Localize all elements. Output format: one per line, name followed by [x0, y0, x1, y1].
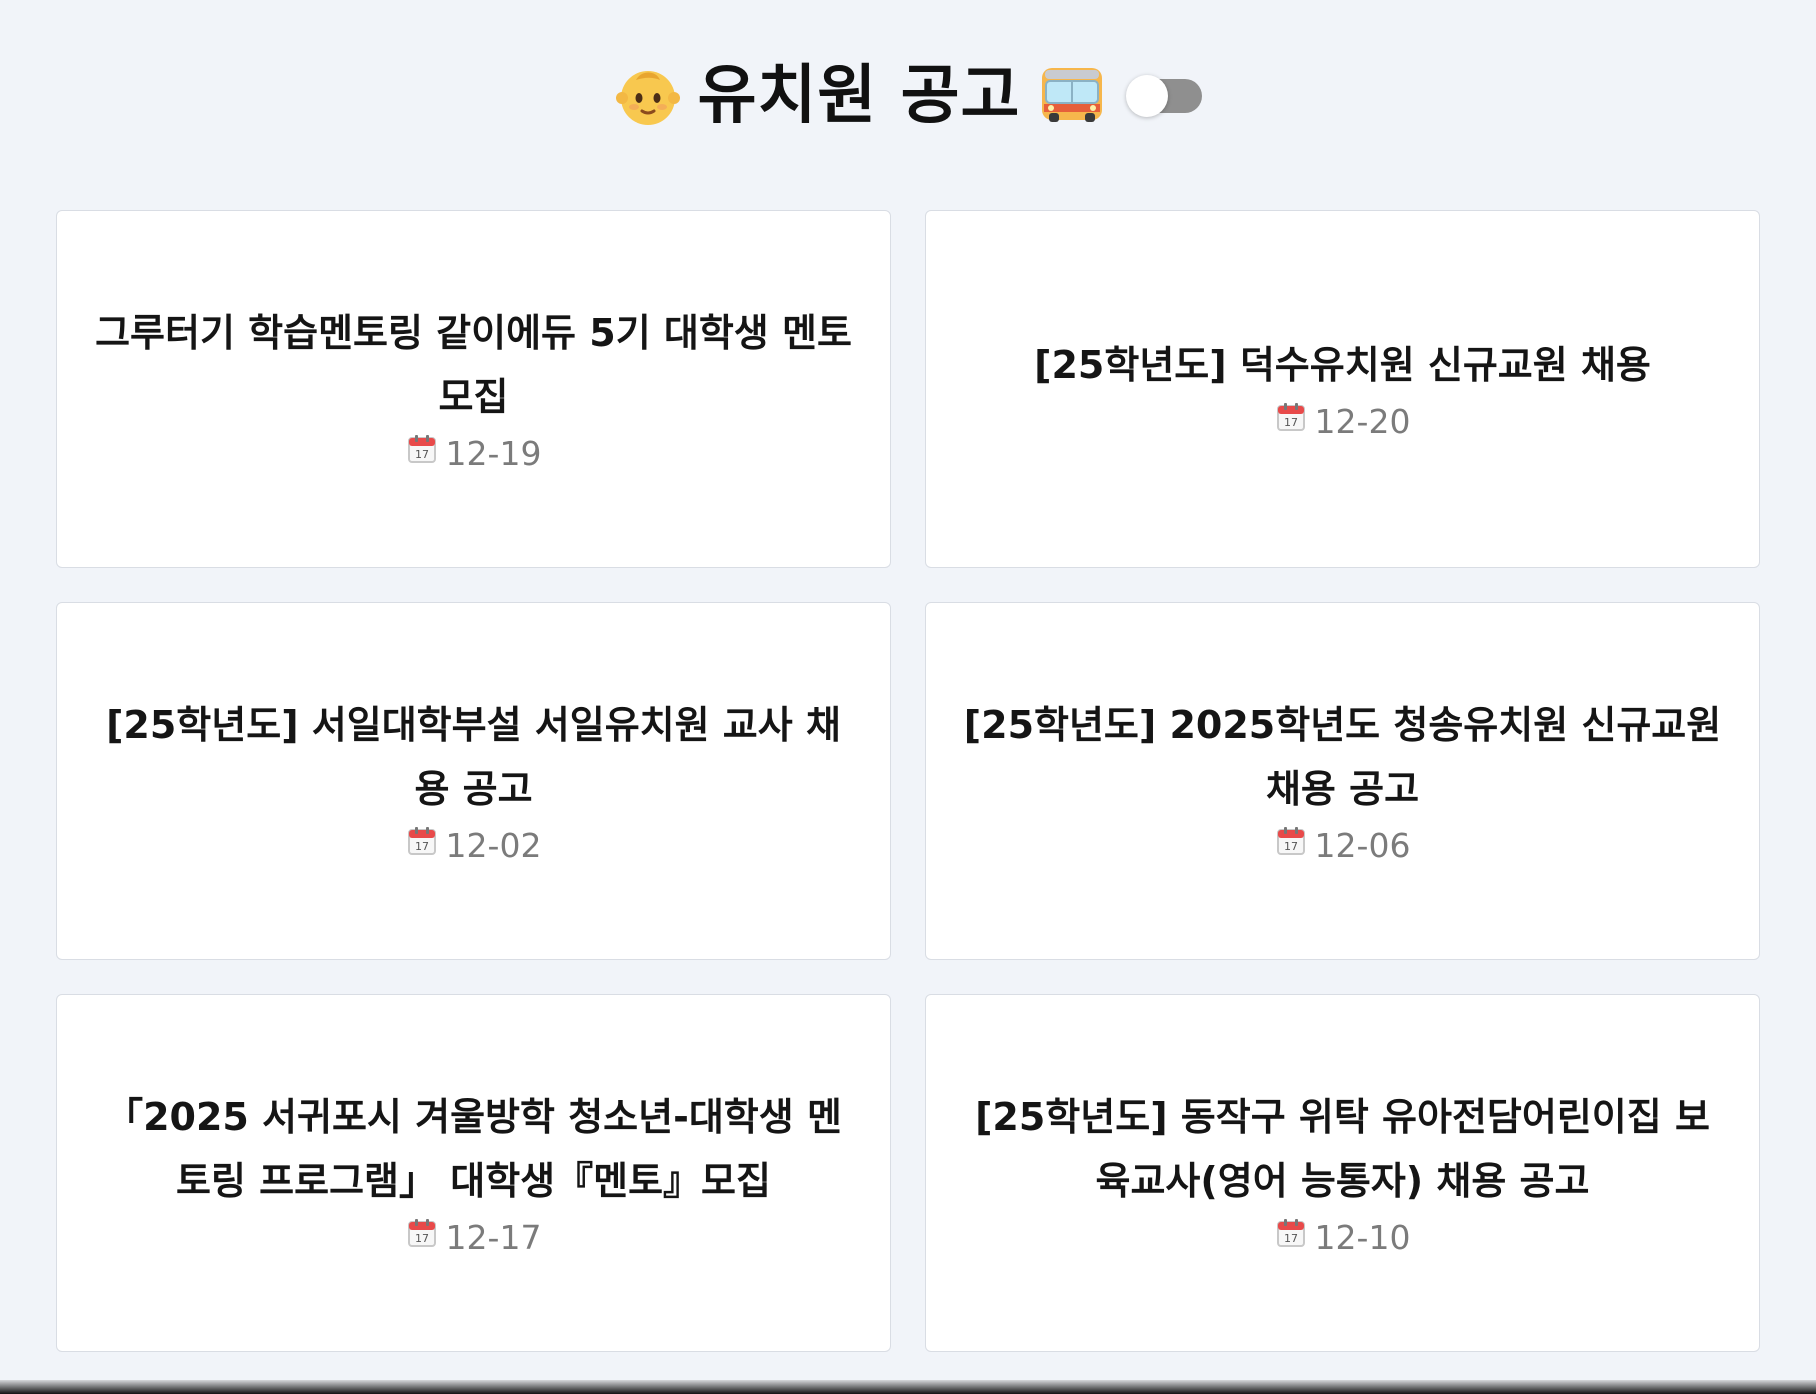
calendar-icon: 17	[1275, 1215, 1307, 1261]
date-text: 12-17	[445, 1218, 542, 1257]
posting-date: 17 12-06	[1275, 823, 1411, 869]
date-text: 12-06	[1314, 826, 1411, 865]
job-card[interactable]: [25학년도] 2025학년도 청송유치원 신규교원 채용 공고 17 12-0…	[925, 602, 1760, 960]
posting-date: 17 12-17	[406, 1215, 542, 1261]
job-title: [25학년도] 서일대학부설 서일유치원 교사 채용 공고	[106, 703, 841, 811]
svg-text:17: 17	[1284, 1232, 1298, 1245]
job-card[interactable]: [25학년도] 동작구 위탁 유아전담어린이집 보육교사(영어 능통자) 채용 …	[925, 994, 1760, 1352]
calendar-icon: 17	[1275, 399, 1307, 445]
calendar-icon: 17	[1275, 823, 1307, 869]
bottom-window-edge	[0, 1380, 1816, 1394]
posting-date: 17 12-20	[1275, 399, 1411, 445]
theme-toggle[interactable]	[1126, 75, 1203, 117]
posting-date: 17 12-10	[1275, 1215, 1411, 1261]
job-title: [25학년도] 동작구 위탁 유아전담어린이집 보육교사(영어 능통자) 채용 …	[975, 1095, 1710, 1203]
bus-icon	[1036, 60, 1108, 132]
svg-text:17: 17	[415, 840, 429, 853]
date-text: 12-10	[1314, 1218, 1411, 1257]
calendar-icon: 17	[406, 823, 438, 869]
calendar-icon: 17	[406, 431, 438, 477]
date-text: 12-20	[1314, 402, 1411, 441]
job-card[interactable]: [25학년도] 덕수유치원 신규교원 채용 17 12-20	[925, 210, 1760, 568]
svg-text:17: 17	[415, 448, 429, 461]
job-title: 그루터기 학습멘토링 같이에듀 5기 대학생 멘토 모집	[95, 311, 852, 419]
job-title: [25학년도] 덕수유치원 신규교원 채용	[1034, 343, 1651, 387]
date-text: 12-02	[445, 826, 542, 865]
page-title: 유치원 공고	[697, 59, 1021, 133]
job-card-grid: 그루터기 학습멘토링 같이에듀 5기 대학생 멘토 모집 17 12-19 [2…	[56, 210, 1760, 1352]
page-header: 유치원 공고	[0, 40, 1816, 152]
job-card[interactable]: 그루터기 학습멘토링 같이에듀 5기 대학생 멘토 모집 17 12-19	[56, 210, 891, 568]
baby-icon	[614, 62, 682, 130]
svg-text:17: 17	[1284, 416, 1298, 429]
svg-text:17: 17	[415, 1232, 429, 1245]
job-card[interactable]: [25학년도] 서일대학부설 서일유치원 교사 채용 공고 17 12-02	[56, 602, 891, 960]
toggle-knob	[1126, 75, 1169, 117]
calendar-icon: 17	[406, 1215, 438, 1261]
posting-date: 17 12-02	[406, 823, 542, 869]
svg-text:17: 17	[1284, 840, 1298, 853]
posting-date: 17 12-19	[406, 431, 542, 477]
date-text: 12-19	[445, 434, 542, 473]
job-title: 「2025 서귀포시 겨울방학 청소년-대학생 멘토링 프로그램」 대학생『멘토…	[105, 1095, 842, 1203]
job-title: [25학년도] 2025학년도 청송유치원 신규교원 채용 공고	[963, 703, 1722, 811]
job-card[interactable]: 「2025 서귀포시 겨울방학 청소년-대학생 멘토링 프로그램」 대학생『멘토…	[56, 994, 891, 1352]
